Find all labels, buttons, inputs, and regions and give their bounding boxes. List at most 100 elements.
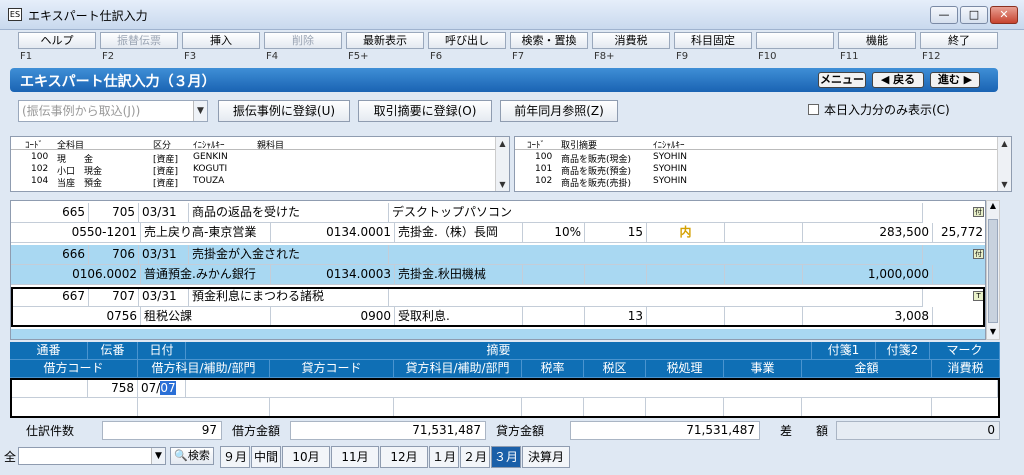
list-item[interactable]: 102 商品を販売(売掛) SYOHIN	[515, 176, 1011, 189]
fkey-button-f4[interactable]: 削除	[264, 32, 342, 49]
close-button[interactable]: ✕	[990, 6, 1018, 24]
scroll-up-icon[interactable]: ▲	[987, 201, 999, 213]
cell-tax-cat[interactable]	[585, 265, 647, 285]
cell-credit-code[interactable]: 0134.0003	[271, 265, 395, 285]
list-item[interactable]: 104 当座 預金 [資産] TOUZA	[11, 176, 509, 189]
cell-debit-name[interactable]: 普通預金.みかん銀行	[141, 265, 271, 285]
tab-month[interactable]: 中間	[251, 446, 281, 468]
prev-year-button[interactable]: 前年同月参照(Z)	[500, 100, 618, 122]
scroll-up-icon[interactable]: ▲	[496, 137, 509, 150]
fkey-button-f6[interactable]: 呼び出し	[428, 32, 506, 49]
back-button[interactable]: ◀ 戻る	[872, 72, 924, 88]
scroll-down-icon[interactable]: ▼	[987, 327, 999, 339]
maximize-button[interactable]: □	[960, 6, 988, 24]
tab-month[interactable]: ９月	[220, 446, 250, 468]
cell-summary[interactable]: 売掛金が入金された	[189, 245, 389, 265]
empty-row[interactable]	[11, 329, 985, 339]
fkey-button-f9[interactable]: 科目固定	[674, 32, 752, 49]
fkey-button-f2[interactable]: 振替伝票	[100, 32, 178, 49]
cell-debit-code[interactable]: 0106.0002	[11, 265, 141, 285]
list-item[interactable]: 101 商品を販売(預金) SYOHIN	[515, 164, 1011, 177]
tab-month[interactable]: ２月	[460, 446, 490, 468]
cell-tax-rate[interactable]	[523, 265, 585, 285]
input-amount[interactable]	[802, 398, 932, 416]
cell-date[interactable]: 03/31	[139, 245, 189, 265]
table-row[interactable]: 665 705 03/31 商品の返品を受けた デスクトップパソコン 付	[11, 203, 985, 223]
cell-summary2[interactable]	[389, 245, 923, 265]
cell-business[interactable]	[725, 265, 803, 285]
cell-summary2[interactable]: デスクトップパソコン	[389, 203, 923, 223]
summary-list[interactable]: ｺｰﾄﾞ 取引摘要 ｲﾆｼｬﾙｷｰ 100 商品を販売(現金) SYOHIN 101 商…	[514, 136, 1012, 192]
fkey-button-f3[interactable]: 挿入	[182, 32, 260, 49]
input-credit-account[interactable]	[394, 398, 522, 416]
input-date[interactable]: 07/07	[138, 380, 186, 398]
scroll-down-icon[interactable]: ▼	[998, 178, 1011, 191]
fkey-button-f11[interactable]: 機能	[838, 32, 916, 49]
account-list[interactable]: ｺｰﾄﾞ 全科目 区分 ｲﾆｼｬﾙｷｰ 親科目 100 現 金 [資産] GENKIN…	[10, 136, 510, 192]
journal-grid-scrollbar[interactable]: ▲ ▼	[986, 200, 1000, 340]
cell-credit-name[interactable]: 売掛金.（株）長岡	[395, 223, 523, 243]
minimize-button[interactable]: —	[930, 6, 958, 24]
case-import-combo[interactable]: (振伝事例から取込(J)) ▼	[18, 100, 208, 122]
cell-business[interactable]	[725, 223, 803, 243]
cell-tax-rate[interactable]: 10%	[523, 223, 585, 243]
memo-icon[interactable]: 付	[973, 249, 984, 259]
entry-input-row[interactable]: 758 07/07	[10, 378, 1000, 418]
input-tax-processing[interactable]	[646, 398, 724, 416]
search-button[interactable]: 🔍検索	[170, 447, 214, 465]
fkey-button-f5plus[interactable]: 最新表示	[346, 32, 424, 49]
fkey-button-f10[interactable]	[756, 32, 834, 49]
table-row[interactable]: 0550-1201 売上戻り高-東京営業 0134.0001 売掛金.（株）長岡 10%…	[11, 223, 985, 243]
cell-debit-code[interactable]: 0550-1201	[11, 223, 141, 243]
summary-list-scrollbar[interactable]: ▲ ▼	[997, 137, 1011, 191]
cell-no[interactable]: 666	[11, 245, 89, 265]
menu-button[interactable]: メニュー	[818, 72, 866, 88]
input-summary[interactable]	[186, 380, 998, 398]
cell-tax-proc[interactable]: 内	[647, 223, 725, 243]
cell-summary[interactable]: 商品の返品を受けた	[189, 203, 389, 223]
input-tax-category[interactable]	[584, 398, 646, 416]
input-tax-rate[interactable]	[522, 398, 584, 416]
tab-month[interactable]: 10月	[282, 446, 330, 468]
input-debit-code[interactable]	[12, 398, 138, 416]
table-row[interactable]: 666 706 03/31 売掛金が入金された 付	[11, 245, 985, 265]
cell-debit-name[interactable]: 売上戻り高-東京営業	[141, 223, 271, 243]
fkey-button-f8plus[interactable]: 消費税	[592, 32, 670, 49]
forward-button[interactable]: 進む ▶	[930, 72, 980, 88]
list-item[interactable]: 100 商品を販売(現金) SYOHIN	[515, 152, 1011, 165]
tab-month[interactable]: 決算月	[522, 446, 570, 468]
cell-tax[interactable]: 25,772	[933, 223, 985, 243]
register-case-button[interactable]: 振伝事例に登録(U)	[218, 100, 350, 122]
input-tax[interactable]	[932, 398, 998, 416]
table-row[interactable]: 0106.0002 普通預金.みかん銀行 0134.0003 売掛金.秋田機械 1,00…	[11, 265, 985, 285]
account-list-scrollbar[interactable]: ▲ ▼	[495, 137, 509, 191]
scroll-down-icon[interactable]: ▼	[496, 178, 509, 191]
scroll-up-icon[interactable]: ▲	[998, 137, 1011, 150]
input-business[interactable]	[724, 398, 802, 416]
chevron-down-icon[interactable]: ▼	[193, 101, 207, 121]
today-only-checkbox[interactable]	[808, 104, 819, 115]
cell-tax-cat[interactable]: 15	[585, 223, 647, 243]
scroll-thumb[interactable]	[988, 219, 998, 323]
fkey-button-f1[interactable]: ヘルプ	[18, 32, 96, 49]
cell-tax[interactable]	[933, 265, 985, 285]
tab-month[interactable]: ３月	[491, 446, 521, 468]
search-combo[interactable]: ▼	[18, 447, 166, 465]
fkey-button-f12[interactable]: 終了	[920, 32, 998, 49]
cell-credit-name[interactable]: 売掛金.秋田機械	[395, 265, 523, 285]
memo-icon[interactable]: 付	[973, 207, 984, 217]
cell-tax-proc[interactable]	[647, 265, 725, 285]
register-summary-button[interactable]: 取引摘要に登録(O)	[358, 100, 492, 122]
cell-credit-code[interactable]: 0134.0001	[271, 223, 395, 243]
tab-month[interactable]: １月	[429, 446, 459, 468]
fkey-button-f7[interactable]: 検索・置換	[510, 32, 588, 49]
list-item[interactable]: 100 現 金 [資産] GENKIN	[11, 152, 509, 165]
input-seq[interactable]	[12, 380, 88, 398]
input-debit-account[interactable]	[138, 398, 270, 416]
cell-slip[interactable]: 705	[89, 203, 139, 223]
cell-amount[interactable]: 283,500	[803, 223, 933, 243]
cell-no[interactable]: 665	[11, 203, 89, 223]
input-slip[interactable]: 758	[88, 380, 138, 398]
tab-month[interactable]: 12月	[380, 446, 428, 468]
journal-grid[interactable]: 665 705 03/31 商品の返品を受けた デスクトップパソコン付 0550-1201…	[10, 200, 986, 340]
